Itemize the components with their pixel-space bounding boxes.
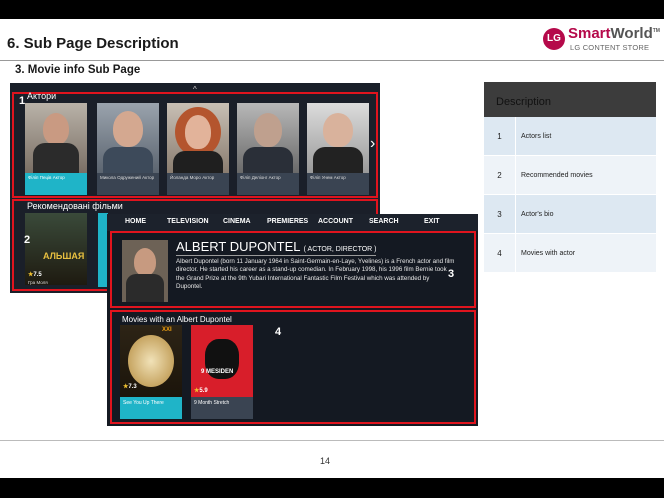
actor-caption: Йоланда Моро Актор <box>167 173 229 195</box>
actor-card-3[interactable]: Йоланда Моро Актор <box>167 103 229 195</box>
logo-tm: TM <box>652 28 660 34</box>
marker-3: 3 <box>448 268 455 280</box>
description-row-2: 2 Recommended movies <box>484 156 656 195</box>
rating-badge: ★5.9 <box>194 387 208 394</box>
top-black-bar <box>0 0 664 19</box>
marker-2: 2 <box>24 234 31 246</box>
actor-name: ALBERT DUPONTEL <box>176 239 301 254</box>
actor-caption: Філіп Унем Актор <box>307 173 369 195</box>
actor-card-2[interactable]: Микола Одружений Актор <box>97 103 159 195</box>
bottom-black-bar <box>0 478 664 498</box>
rating-value: 7.5 <box>33 272 42 278</box>
description-row-1: 1 Actors list <box>484 117 656 156</box>
screen-actor-details: HOME TELEVISION CINEMA PREMIERES ACCOUNT… <box>107 214 478 426</box>
movie-caption: 9 Month Stretch <box>191 397 253 419</box>
lg-logo-icon: LG <box>543 28 565 50</box>
rating-badge: ★7.5 <box>28 271 42 278</box>
description-row-3: 3 Actor's bio <box>484 195 656 234</box>
poster-overlay: 9 MESIDEN <box>201 369 234 375</box>
logo-world: World <box>610 25 653 42</box>
actor-photo <box>307 103 369 173</box>
description-header-label: Description <box>496 96 552 108</box>
nav-account[interactable]: ACCOUNT <box>318 218 353 225</box>
chevron-right-icon[interactable]: › <box>370 135 375 153</box>
actor-caption: Микола Одружений Актор <box>97 173 159 195</box>
actor-photo <box>167 103 229 173</box>
marker-4: 4 <box>275 326 282 338</box>
header-divider <box>0 60 664 61</box>
rating-value: 7.3 <box>128 384 137 390</box>
actor-card-5[interactable]: Філіп Унем Актор <box>307 103 369 195</box>
recommended-section-label: Рекомендовані фільми <box>27 201 123 211</box>
marker-1: 1 <box>19 95 26 107</box>
actor-photo <box>97 103 159 173</box>
movies-section-label: Movies with an Albert Dupontel <box>122 315 232 324</box>
actors-section-label: Актори <box>27 91 57 101</box>
actor-role: ( ACTOR, DIRECTOR ) <box>303 246 377 253</box>
poster-overlay: АЛЬШАЯ <box>43 251 85 261</box>
movie-caption: See You Up There <box>120 397 182 419</box>
nav-exit[interactable]: EXIT <box>424 218 440 225</box>
actor-caption: Філіп Пеців Актор <box>25 173 87 195</box>
row-number: 2 <box>484 156 516 195</box>
actor-photo <box>122 240 168 302</box>
row-text: Recommended movies <box>521 172 593 179</box>
row-number: 3 <box>484 195 516 234</box>
logo-smart: Smart <box>568 25 611 42</box>
movie-card-1[interactable]: XXI ★7.3 See You Up There <box>120 325 182 419</box>
row-text: Actors list <box>521 133 552 140</box>
logo-wordmark: SmartWorldTM <box>568 25 660 42</box>
description-row-4: 4 Movies with actor <box>484 234 656 273</box>
actor-card-1[interactable]: Філіп Пеців Актор <box>25 103 87 195</box>
rating-badge: ★7.3 <box>123 383 137 390</box>
slide-title: 6. Sub Page Description <box>7 35 179 52</box>
chevron-up-icon[interactable]: ^ <box>193 85 197 94</box>
recommended-movie-card[interactable]: АЛЬШАЯ ★7.5 Гра Моля <box>25 213 87 287</box>
page-number: 14 <box>320 456 331 466</box>
actor-photo <box>237 103 299 173</box>
actor-caption: Філіп Деліонг Актор <box>237 173 299 195</box>
actor-bio: Albert Dupontel (born 11 January 1964 in… <box>176 258 455 291</box>
actor-name-heading: ALBERT DUPONTEL ( ACTOR, DIRECTOR ) <box>176 239 377 254</box>
movie-card-2[interactable]: 9 MESIDEN ★5.9 9 Month Stretch <box>191 325 253 419</box>
rating-value: 5.9 <box>199 388 208 394</box>
highlight-box-movies: Movies with an Albert Dupontel XXI ★7.3 … <box>110 310 476 424</box>
actor-card-4[interactable]: Філіп Деліонг Актор <box>237 103 299 195</box>
lg-smartworld-logo: LG SmartWorldTM LG CONTENT STORE <box>540 25 660 55</box>
nav-premieres[interactable]: PREMIERES <box>267 218 308 225</box>
nav-television[interactable]: TELEVISION <box>167 218 209 225</box>
slide-subtitle: 3. Movie info Sub Page <box>15 64 141 76</box>
row-text: Actor's bio <box>521 211 554 218</box>
poster-badge: XXI <box>162 327 172 333</box>
actor-photo <box>25 103 87 173</box>
name-underline <box>176 255 376 256</box>
description-table-header: Description <box>484 82 656 117</box>
tv-nav-bar: HOME TELEVISION CINEMA PREMIERES ACCOUNT… <box>107 214 478 231</box>
footer-divider <box>0 440 664 441</box>
logo-store: LG CONTENT STORE <box>570 43 650 52</box>
nav-cinema[interactable]: CINEMA <box>223 218 251 225</box>
nav-home[interactable]: HOME <box>125 218 146 225</box>
row-number: 1 <box>484 117 516 156</box>
row-text: Movies with actor <box>521 250 576 257</box>
nav-search[interactable]: SEARCH <box>369 218 399 225</box>
movie-caption: Гра Моля <box>28 280 48 285</box>
highlight-box-bio: ALBERT DUPONTEL ( ACTOR, DIRECTOR ) Albe… <box>110 231 476 308</box>
row-number: 4 <box>484 234 516 273</box>
